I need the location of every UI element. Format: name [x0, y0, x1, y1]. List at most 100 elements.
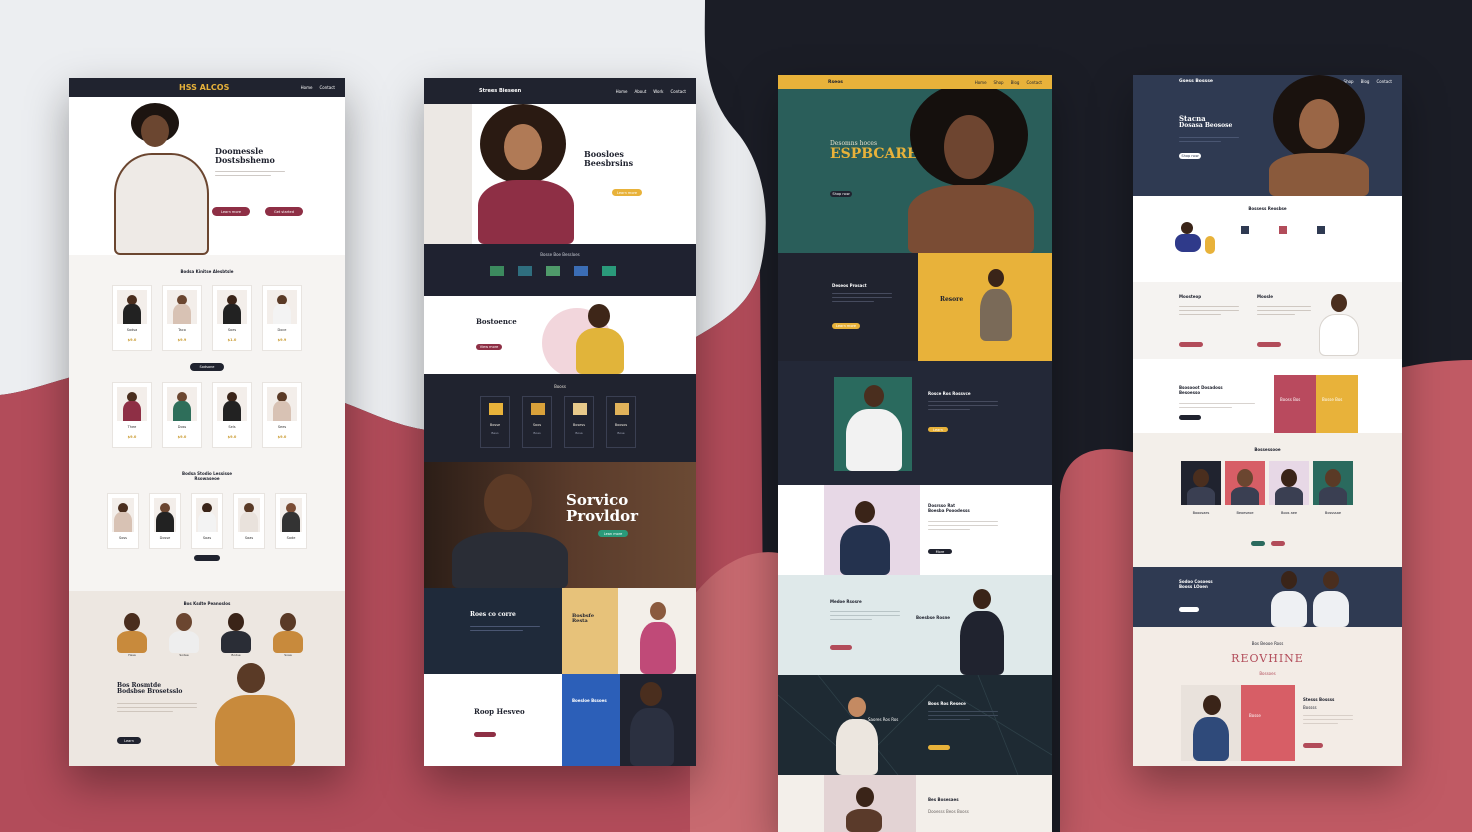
mockup1-logo[interactable]: HSS ALCOS	[179, 83, 229, 92]
mockup3-nav-link[interactable]: Shop	[994, 80, 1004, 85]
mockup1-hero: Doomessle Dostsbshemo Learn more Get sta…	[69, 97, 345, 255]
mockup4-section2: Bossess Reosbse	[1133, 196, 1402, 282]
mockup3-sec6-button[interactable]	[928, 745, 950, 750]
mockup1-hero-btn1[interactable]: Learn more	[212, 207, 250, 216]
product-card[interactable]: Sode	[275, 493, 307, 549]
mockup4-logo[interactable]: Gsess Bossse	[1179, 79, 1213, 84]
mockup2-section4: Booss Bosse Beso Soos Boes Bosess Bosa Boosos B…	[424, 374, 696, 462]
mockup2-nav-link[interactable]: Contact	[670, 89, 686, 94]
mockup3-logo[interactable]: Rseos	[828, 80, 843, 85]
mockup1-nav-link[interactable]: Contact	[319, 85, 335, 90]
product-photo	[154, 498, 176, 532]
team-card[interactable]: Bossssae	[1313, 461, 1353, 527]
mockup4-hero-button[interactable]: Shop now	[1179, 153, 1201, 159]
product-card[interactable]: Sees $9.0	[262, 382, 302, 448]
product-card[interactable]: Dosse	[149, 493, 181, 549]
product-card[interactable]: Soas	[191, 493, 223, 549]
mockup2-hero-button[interactable]: Learn more	[612, 189, 642, 196]
mockup1-feature-button[interactable]: Learn	[117, 737, 141, 744]
mockup4-sec4-button[interactable]	[1179, 415, 1201, 420]
team-card[interactable]: Beoeseoe	[1225, 461, 1265, 527]
mockup3-sec3-button[interactable]: Learn	[928, 427, 948, 432]
mockup3-sec7-sub: Dooesss Beos Booss	[928, 809, 969, 814]
mockup2-banner-title: Sorvico Provldor	[566, 491, 638, 526]
service-item[interactable]: Bosess Bosa	[564, 396, 594, 448]
product-card[interactable]: Sels $9.0	[212, 382, 252, 448]
mockup4-section6: Sodoo Cosoess Booss LOoen	[1133, 567, 1402, 627]
product-card[interactable]: Doss $9.0	[162, 382, 202, 448]
mockup2-banner-button[interactable]: Lean more	[598, 530, 628, 537]
mockup4-sec5-button[interactable]	[1251, 541, 1265, 546]
mockup1-hero-btn2[interactable]: Get started	[265, 207, 303, 216]
product-photo	[217, 387, 247, 421]
mockup3-sec4-button[interactable]: More	[928, 549, 952, 554]
mockup1-row-button[interactable]: Sodsone	[190, 363, 224, 371]
mockup4-section5: Bossessooe Booosaes Beoeseoe Boos aee Bosss…	[1133, 433, 1402, 567]
mockup2-nav-link[interactable]: Home	[616, 89, 628, 94]
product-card[interactable]: Soes $1.0	[212, 285, 252, 351]
product-card[interactable]: Sodsa $9.0	[112, 285, 152, 351]
mockup3-sec6-person	[834, 697, 880, 775]
mockup1-hero-title: Doomessle Dostsbshemo	[215, 146, 275, 165]
mockup4-sec8-button[interactable]	[1303, 743, 1323, 748]
product-name: Taco	[178, 328, 186, 332]
service-item-sub: Boes	[533, 431, 541, 435]
mockup4-sec3-col1-title: Moosteop	[1179, 294, 1202, 299]
mockup2-logo[interactable]: Strees Bieseen	[479, 88, 521, 94]
mockup1-feature-person	[209, 659, 299, 766]
mockup2-sec7-button[interactable]	[474, 732, 496, 737]
mockup3-sec2-title: Deseos Prosact	[832, 283, 867, 288]
mockup3-sec2-button[interactable]: Learn more	[832, 323, 860, 329]
mockup1-section2-title: Bodsa Stodio Lessisse Rsowaseoe	[182, 471, 232, 482]
mockup3-sec5-col1-title: Medoe Rsosre	[830, 599, 862, 604]
team-card-name: Boos aee	[1280, 511, 1298, 515]
mockup2-partner-logo	[546, 266, 560, 276]
mockup3-nav-link[interactable]: Contact	[1026, 80, 1042, 85]
mockup2-sec7-card: Boesloe Bssoes	[562, 674, 620, 766]
mockup3-sec6-geometric-lines	[778, 675, 1052, 775]
mockup4-sec3-col2-copy	[1257, 306, 1311, 317]
mockup4-sec5-button[interactable]	[1271, 541, 1285, 546]
team-card[interactable]: Booosaes	[1181, 461, 1221, 527]
team-member-name: Bodse	[231, 653, 241, 657]
mockup4-sec3-button2[interactable]	[1257, 342, 1281, 347]
mockup2-sec3-button[interactable]: View more	[476, 344, 502, 350]
mockup3-sec5-button[interactable]	[830, 645, 852, 650]
service-item-name: Bosess	[572, 423, 586, 427]
mockup4-sec8-title: Stesss Bossss	[1303, 697, 1335, 702]
product-card[interactable]: Saas	[233, 493, 265, 549]
mockup4-sec7-eyebrow: Bos Beooe Ross	[1251, 641, 1284, 646]
mockup3-nav-link[interactable]: Home	[975, 80, 987, 85]
mockup1-nav-link[interactable]: Home	[301, 85, 313, 90]
team-member-name: Soaa	[284, 653, 292, 657]
product-card[interactable]: Soss	[107, 493, 139, 549]
mockup1-feature-copy	[117, 703, 197, 714]
mockup4-sec4-tile1: Booss Bos	[1274, 375, 1316, 433]
mockup1-row3-button[interactable]	[194, 555, 220, 561]
product-card[interactable]: Taco $9.9	[162, 285, 202, 351]
mockup2-banner: Sorvico Provldor Lean more	[424, 462, 696, 588]
mockup3-hero-button[interactable]: Shop now	[830, 191, 852, 197]
mockup4-sec8-card: Bosse	[1241, 685, 1295, 761]
product-name: Soes	[227, 328, 237, 332]
service-item-name: Bosse	[489, 423, 501, 427]
product-name: Doss	[177, 425, 187, 429]
service-item[interactable]: Boosos Bose	[606, 396, 636, 448]
mockup2-hero-title: Boosloes Beesbrsins	[584, 149, 634, 168]
service-item[interactable]: Bosse Beso	[480, 396, 510, 448]
mockup3-nav-link[interactable]: Blog	[1011, 80, 1020, 85]
feature-icon	[1279, 226, 1287, 234]
team-card[interactable]: Boos aee	[1269, 461, 1309, 527]
product-card[interactable]: Thee $9.0	[112, 382, 152, 448]
service-item[interactable]: Soos Boes	[522, 396, 552, 448]
mockup2-nav-link[interactable]: About	[634, 89, 646, 94]
mockup4-sec5-buttons	[1251, 541, 1285, 546]
mockup2-hero-model	[472, 104, 582, 244]
mockup4-sec2-feature-icons	[1241, 226, 1325, 234]
mockup4-sec6-button[interactable]	[1179, 607, 1199, 612]
mockup2-nav-link[interactable]: Work	[653, 89, 663, 94]
product-card[interactable]: Doce $9.9	[262, 285, 302, 351]
feature-icon	[1317, 226, 1325, 234]
mockup4-sec3-button1[interactable]	[1179, 342, 1203, 347]
mockup2-sec3-title: Bostoence	[476, 317, 517, 326]
